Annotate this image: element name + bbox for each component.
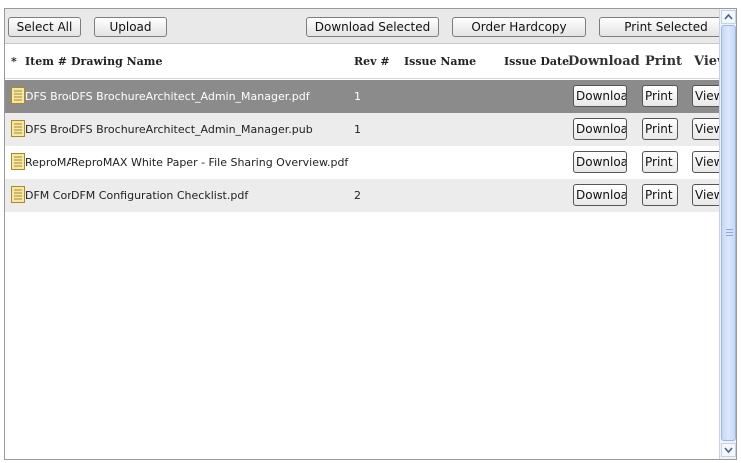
print-selected-button[interactable]: Print Selected [599, 17, 733, 37]
table-row[interactable]: DFS Broc DFS BrochureArchitect_Admin_Man… [5, 80, 722, 113]
row-drawing-name[interactable]: DFS BrochureArchitect_Admin_Manager.pdf [71, 80, 351, 113]
row-print-button[interactable]: Print [642, 151, 678, 173]
row-drawing-name[interactable]: DFM Configuration Checklist.pdf [71, 179, 351, 212]
scroll-thumb[interactable] [721, 25, 736, 441]
row-drawing-name[interactable]: ReproMAX White Paper - File Sharing Over… [71, 146, 401, 179]
row-download-button[interactable]: Download [573, 184, 627, 206]
drawing-list-panel: Select All Upload Download Selected Orde… [4, 8, 737, 460]
header-select-column: * [11, 55, 17, 68]
row-print-button[interactable]: Print [642, 184, 678, 206]
toolbar: Select All Upload Download Selected Orde… [5, 9, 733, 44]
header-item-number[interactable]: Item # [25, 45, 67, 79]
header-print: Print [645, 54, 683, 69]
row-view-button[interactable]: View [692, 118, 722, 140]
vertical-scrollbar[interactable] [719, 9, 736, 459]
upload-button[interactable]: Upload [94, 17, 167, 37]
scroll-grip-line [726, 235, 733, 236]
order-hardcopy-button[interactable]: Order Hardcopy [452, 17, 586, 37]
row-download-button[interactable]: Download [573, 85, 627, 107]
header-rev[interactable]: Rev # [354, 45, 390, 79]
row-item-number: DFS Broc [25, 123, 71, 136]
scroll-grip-line [726, 229, 733, 230]
row-view-button[interactable]: View [692, 184, 722, 206]
table-row[interactable]: DFM Conf DFM Configuration Checklist.pdf… [5, 179, 722, 212]
chevron-up-icon [724, 13, 733, 20]
row-print-button[interactable]: Print [642, 118, 678, 140]
scroll-down-arrow[interactable] [721, 443, 736, 457]
table-row[interactable]: ReproMA ReproMAX White Paper - File Shar… [5, 146, 722, 179]
document-icon [11, 153, 25, 170]
chevron-down-icon [724, 447, 733, 454]
row-item-number: DFM Conf [25, 189, 71, 202]
header-issue-name[interactable]: Issue Name [404, 45, 476, 79]
document-icon [11, 87, 25, 104]
row-download-button[interactable]: Download [573, 151, 627, 173]
row-rev: 1 [354, 123, 361, 136]
row-item-number: DFS Broc [25, 90, 71, 103]
download-selected-button[interactable]: Download Selected [306, 17, 439, 37]
scroll-grip-line [726, 232, 733, 233]
header-view: View [694, 54, 719, 69]
row-view-button[interactable]: View [692, 85, 722, 107]
header-download: Download [568, 54, 640, 69]
document-icon [11, 186, 25, 203]
row-view-button[interactable]: View [692, 151, 722, 173]
scroll-up-arrow[interactable] [721, 10, 736, 24]
row-item-number: ReproMA [25, 156, 71, 169]
row-print-button[interactable]: Print [642, 85, 678, 107]
row-download-button[interactable]: Download [573, 118, 627, 140]
header-drawing-name[interactable]: Drawing Name [71, 45, 162, 79]
table-row[interactable]: DFS Broc DFS BrochureArchitect_Admin_Man… [5, 113, 722, 146]
row-drawing-name[interactable]: DFS BrochureArchitect_Admin_Manager.pub [71, 113, 351, 146]
row-rev: 1 [354, 90, 361, 103]
table-header: * Item # Drawing Name Rev # Issue Name I… [5, 45, 719, 79]
header-issue-date[interactable]: Issue Date [504, 45, 569, 79]
document-icon [11, 120, 25, 137]
select-all-button[interactable]: Select All [8, 17, 81, 37]
row-rev: 2 [354, 189, 361, 202]
